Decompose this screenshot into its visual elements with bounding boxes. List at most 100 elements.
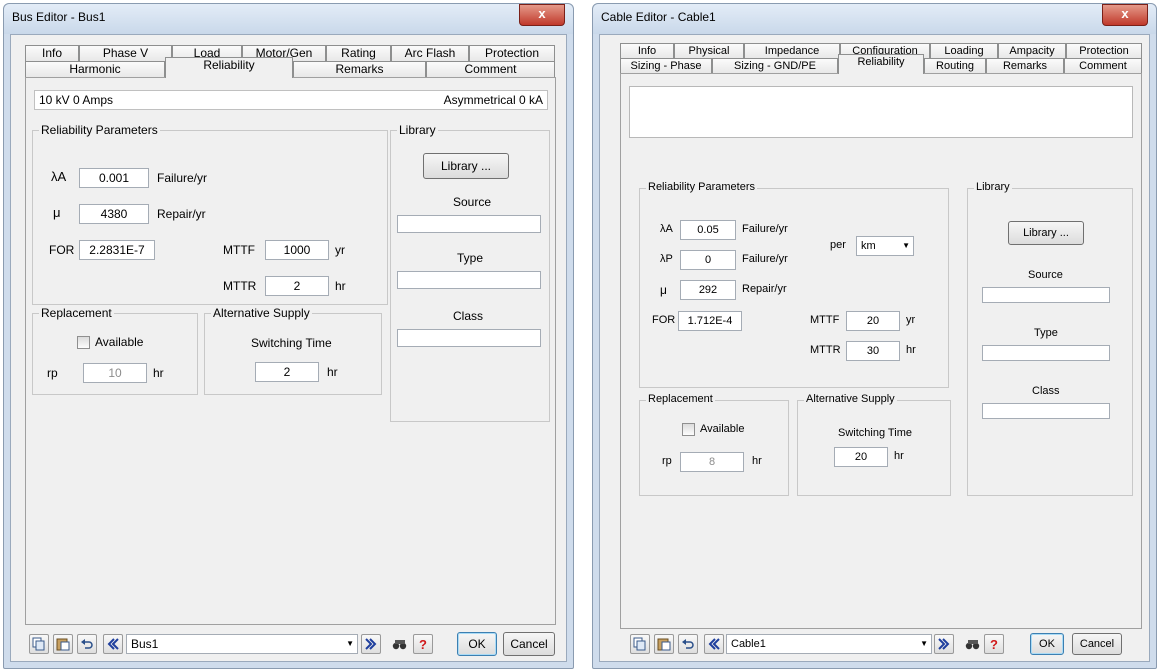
switching-time-label: Switching Time [838,427,912,439]
close-icon: x [1121,6,1129,21]
copy-button[interactable] [630,634,650,654]
source-field[interactable] [397,215,541,233]
help-icon: ? [990,637,998,651]
paste-button[interactable] [53,634,73,654]
mttf-unit: yr [335,243,345,257]
available-checkbox[interactable] [682,423,695,436]
switching-time-input[interactable]: 2 [255,362,319,382]
mttf-input[interactable]: 1000 [265,240,329,260]
next-button[interactable] [361,634,381,654]
type-field[interactable] [397,271,541,289]
lambda-p-input[interactable]: 0 [680,250,736,270]
mttr-input[interactable]: 2 [265,276,329,296]
tab-arc-flash[interactable]: Arc Flash [391,45,469,61]
svg-text:?: ? [419,637,427,651]
tab-remarks[interactable]: Remarks [986,58,1064,73]
lambda-a-input[interactable]: 0.001 [79,168,149,188]
tab-sizing-phase[interactable]: Sizing - Phase [620,58,712,73]
class-field[interactable] [982,403,1110,419]
mu-input[interactable]: 292 [680,280,736,300]
close-icon: x [538,6,546,21]
mttr-unit: hr [335,279,346,293]
bus-editor-titlebar: Bus Editor - Bus1 x [4,4,573,34]
switching-time-label: Switching Time [251,336,332,350]
for-label: FOR [652,314,676,326]
type-field[interactable] [982,345,1110,361]
tab-impedance[interactable]: Impedance [744,43,840,58]
mttf-label: MTTF [810,314,840,326]
cancel-button[interactable]: Cancel [1072,633,1122,655]
ok-button[interactable]: OK [457,632,497,656]
source-field[interactable] [982,287,1110,303]
switching-time-unit: hr [327,365,338,379]
tab-remarks[interactable]: Remarks [293,61,426,77]
find-button[interactable] [962,634,982,654]
close-button[interactable]: x [519,4,565,26]
tab-phase-v[interactable]: Phase V [79,45,172,61]
rp-text: rp [662,455,672,467]
for-value: 1.712E-4 [678,311,742,331]
switching-time-input[interactable]: 20 [834,447,888,467]
lambda-a-input[interactable]: 0.05 [680,220,736,240]
copy-button[interactable] [29,634,49,654]
copy-icon [633,637,646,651]
cancel-button[interactable]: Cancel [503,632,555,656]
copy-icon [32,637,45,651]
tab-harmonic[interactable]: Harmonic [25,61,165,77]
rp-input[interactable]: 10 [83,363,147,383]
tab-protection[interactable]: Protection [1066,43,1142,58]
library-group: Library Library ... Source Type Class [967,181,1133,496]
mu-input[interactable]: 4380 [79,204,149,224]
tab-info[interactable]: Info [620,43,674,58]
per-select[interactable]: km ▼ [856,236,914,256]
replacement-legend: Replacement [646,393,715,405]
reliability-panel: Reliability Parameters λA 0.05 Failure/y… [620,73,1142,629]
tab-protection[interactable]: Protection [469,45,555,61]
class-field[interactable] [397,329,541,347]
tab-reliability[interactable]: Reliability [165,57,293,78]
source-label: Source [1028,269,1063,281]
rp-input[interactable]: 8 [680,452,744,472]
undo-button[interactable] [77,634,97,654]
mttf-input[interactable]: 20 [846,311,900,331]
tab-comment[interactable]: Comment [426,61,555,77]
for-label: FOR [49,243,75,257]
library-button[interactable]: Library ... [423,153,509,179]
tab-reliability[interactable]: Reliability [838,54,924,74]
undo-button[interactable] [678,634,698,654]
help-button[interactable]: ? [413,634,433,654]
cable-id-value: Cable1 [731,638,766,650]
tab-loading[interactable]: Loading [930,43,998,58]
help-button[interactable]: ? [984,634,1004,654]
previous-button[interactable] [704,634,724,654]
tab-info[interactable]: Info [25,45,79,61]
bus-editor-window: Bus Editor - Bus1 x Info Phase V Load Mo… [3,3,574,669]
tab-physical[interactable]: Physical [674,43,744,58]
paste-button[interactable] [654,634,674,654]
bus-id-select[interactable]: Bus1 ▼ [126,634,358,654]
find-button[interactable] [389,634,409,654]
previous-button[interactable] [103,634,123,654]
tab-comment[interactable]: Comment [1064,58,1142,73]
next-button[interactable] [934,634,954,654]
available-label: Available [95,335,144,349]
mttr-input[interactable]: 30 [846,341,900,361]
help-icon: ? [419,637,427,651]
close-button[interactable]: x [1102,4,1148,26]
mttr-label: MTTR [810,344,841,356]
ok-button[interactable]: OK [1030,633,1064,655]
replacement-legend: Replacement [39,306,114,320]
class-label: Class [1032,385,1060,397]
library-button[interactable]: Library ... [1008,221,1084,245]
per-label: per [830,239,846,251]
mttf-label: MTTF [223,243,255,257]
available-checkbox[interactable] [77,336,90,349]
tab-sizing-gnd-pe[interactable]: Sizing - GND/PE [712,58,838,73]
cable-id-select[interactable]: Cable1 ▼ [726,634,932,654]
alternative-supply-group: Alternative Supply Switching Time 2 hr [204,306,382,395]
tab-rating[interactable]: Rating [326,45,391,61]
tab-routing[interactable]: Routing [924,58,986,73]
tab-ampacity[interactable]: Ampacity [998,43,1066,58]
mu-symbol: μ [660,283,667,297]
undo-icon [81,639,93,649]
